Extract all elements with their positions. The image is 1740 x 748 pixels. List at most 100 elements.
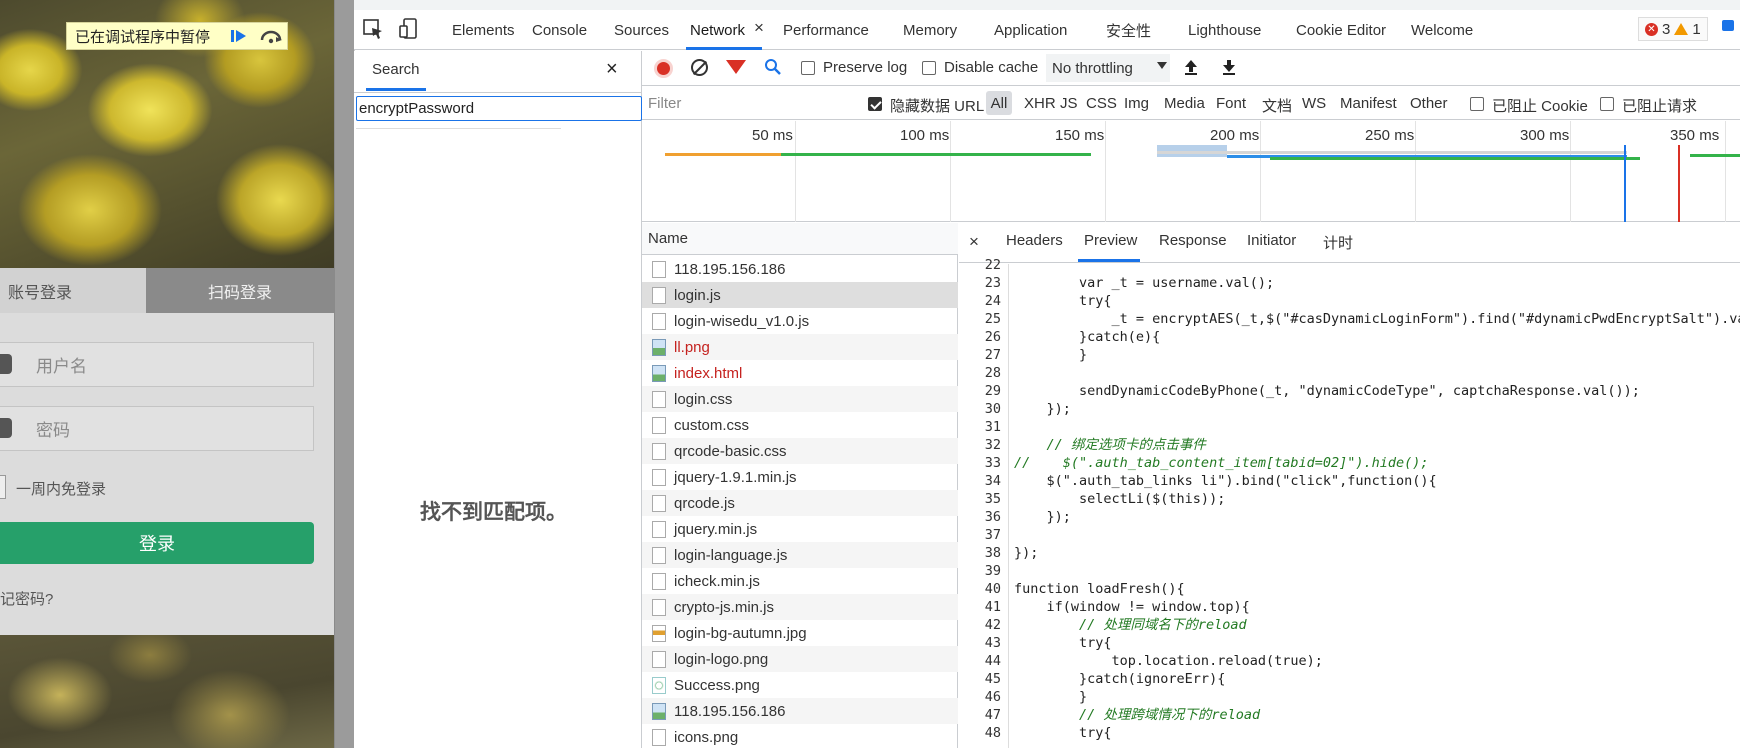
- request-row[interactable]: 118.195.156.186: [642, 698, 958, 724]
- file-icon: [652, 520, 666, 538]
- username-input[interactable]: 用户名: [0, 342, 314, 387]
- type-filter-manifest[interactable]: Manifest: [1340, 95, 1397, 112]
- request-name: crypto-js.min.js: [674, 598, 775, 616]
- search-icon[interactable]: [764, 58, 782, 81]
- type-filter-css[interactable]: CSS: [1086, 95, 1117, 112]
- tab-application[interactable]: Application: [994, 10, 1067, 50]
- tab-welcome[interactable]: Welcome: [1411, 10, 1473, 50]
- password-input[interactable]: 密码: [0, 406, 314, 451]
- filter-input[interactable]: Filter: [648, 93, 848, 114]
- close-detail-icon[interactable]: ×: [969, 232, 979, 252]
- type-filter-ws[interactable]: WS: [1302, 95, 1326, 112]
- request-row[interactable]: icons.png: [642, 724, 958, 748]
- hide-data-urls-checkbox[interactable]: [868, 97, 882, 111]
- step-over-icon[interactable]: [258, 25, 284, 47]
- timeline-gridline: [795, 121, 796, 222]
- tab-response[interactable]: Response: [1159, 232, 1227, 249]
- request-row[interactable]: qrcode.js: [642, 490, 958, 516]
- message-icon[interactable]: [1722, 20, 1734, 31]
- type-filter-font[interactable]: Font: [1216, 95, 1246, 112]
- forgot-password-link[interactable]: 记密码?: [0, 588, 53, 609]
- dom-content-loaded-marker: [1624, 145, 1626, 222]
- clear-icon[interactable]: [691, 59, 708, 76]
- tab-preview[interactable]: Preview: [1084, 232, 1137, 249]
- tab-console[interactable]: Console: [532, 10, 587, 50]
- background-photo-bottom: [0, 635, 334, 748]
- throttling-value: No throttling: [1052, 59, 1133, 77]
- timeline-overview[interactable]: [642, 121, 1740, 222]
- file-icon: [652, 598, 666, 616]
- tab-memory[interactable]: Memory: [903, 10, 957, 50]
- remember-checkbox[interactable]: [0, 475, 6, 499]
- line-number: 48: [984, 725, 1001, 741]
- filter-placeholder: Filter: [648, 95, 682, 112]
- line-number: 24: [984, 293, 1001, 309]
- disable-cache-checkbox[interactable]: [922, 61, 936, 75]
- type-filter-other[interactable]: Other: [1410, 95, 1448, 112]
- blocked-cookies-checkbox[interactable]: [1470, 97, 1484, 111]
- request-row[interactable]: login-wisedu_v1.0.js: [642, 308, 958, 334]
- request-row[interactable]: crypto-js.min.js: [642, 594, 958, 620]
- request-row[interactable]: custom.css: [642, 412, 958, 438]
- request-name: login-bg-autumn.jpg: [674, 624, 807, 642]
- page-scrollbar[interactable]: [334, 0, 354, 748]
- line-number: 36: [984, 509, 1001, 525]
- throttling-select[interactable]: No throttling: [1046, 54, 1170, 82]
- type-filter-all[interactable]: All: [986, 91, 1012, 115]
- search-tab-title[interactable]: Search: [372, 61, 420, 78]
- blocked-requests-checkbox[interactable]: [1600, 97, 1614, 111]
- request-row[interactable]: index.html: [642, 360, 958, 386]
- request-row[interactable]: 118.195.156.186: [642, 256, 958, 282]
- request-row[interactable]: jquery.min.js: [642, 516, 958, 542]
- tab-elements[interactable]: Elements: [452, 10, 515, 50]
- request-row[interactable]: Success.png: [642, 672, 958, 698]
- code-line: }: [1014, 347, 1088, 363]
- request-row[interactable]: jquery-1.9.1.min.js: [642, 464, 958, 490]
- issues-counter[interactable]: ✕ 3 1: [1638, 17, 1708, 41]
- name-column-header[interactable]: Name: [642, 223, 958, 255]
- request-row[interactable]: login.js: [642, 282, 958, 308]
- request-row[interactable]: ll.png: [642, 334, 958, 360]
- device-toolbar-icon[interactable]: [398, 17, 420, 41]
- type-filter-js[interactable]: JS: [1060, 95, 1078, 112]
- inspect-element-icon[interactable]: [362, 18, 384, 40]
- tab-cookie-editor[interactable]: Cookie Editor: [1296, 10, 1386, 50]
- export-har-icon[interactable]: [1221, 58, 1237, 81]
- tab-performance[interactable]: Performance: [783, 10, 869, 50]
- request-row[interactable]: icheck.min.js: [642, 568, 958, 594]
- request-row[interactable]: login-bg-autumn.jpg: [642, 620, 958, 646]
- tab-security[interactable]: 安全性: [1106, 10, 1151, 50]
- divider: [354, 92, 642, 93]
- type-filter-img[interactable]: Img: [1124, 95, 1149, 112]
- import-har-icon[interactable]: [1183, 58, 1199, 81]
- tab-initiator[interactable]: Initiator: [1247, 232, 1296, 249]
- tab-account-login[interactable]: 账号登录: [0, 268, 146, 313]
- preserve-log-checkbox[interactable]: [801, 61, 815, 75]
- type-filter-xhr[interactable]: XHR: [1024, 95, 1056, 112]
- file-icon: [652, 728, 666, 746]
- close-tab-icon[interactable]: ×: [754, 18, 764, 38]
- tab-timing[interactable]: 计时: [1323, 232, 1353, 253]
- request-row[interactable]: login.css: [642, 386, 958, 412]
- resume-icon[interactable]: [228, 25, 250, 47]
- tab-qr-login[interactable]: 扫码登录: [146, 268, 334, 313]
- request-row[interactable]: login-language.js: [642, 542, 958, 568]
- tab-sources[interactable]: Sources: [614, 10, 669, 50]
- error-icon: ✕: [1645, 22, 1658, 36]
- no-match-message: 找不到匹配项。: [420, 501, 567, 524]
- type-filter-doc[interactable]: 文档: [1262, 95, 1292, 116]
- tab-lighthouse[interactable]: Lighthouse: [1188, 10, 1261, 50]
- type-filter-media[interactable]: Media: [1164, 95, 1205, 112]
- close-search-icon[interactable]: ×: [606, 58, 618, 81]
- login-button[interactable]: 登录: [0, 522, 314, 564]
- request-row[interactable]: login-logo.png: [642, 646, 958, 672]
- search-query-input[interactable]: encryptPassword: [356, 96, 642, 121]
- record-icon[interactable]: [654, 59, 673, 78]
- tab-headers[interactable]: Headers: [1006, 232, 1063, 249]
- request-name: login-language.js: [674, 546, 788, 564]
- request-row[interactable]: qrcode-basic.css: [642, 438, 958, 464]
- request-name: login-logo.png: [674, 650, 769, 668]
- tab-network[interactable]: Network: [690, 10, 745, 50]
- line-number: 30: [984, 401, 1001, 417]
- filter-icon[interactable]: [726, 60, 746, 74]
